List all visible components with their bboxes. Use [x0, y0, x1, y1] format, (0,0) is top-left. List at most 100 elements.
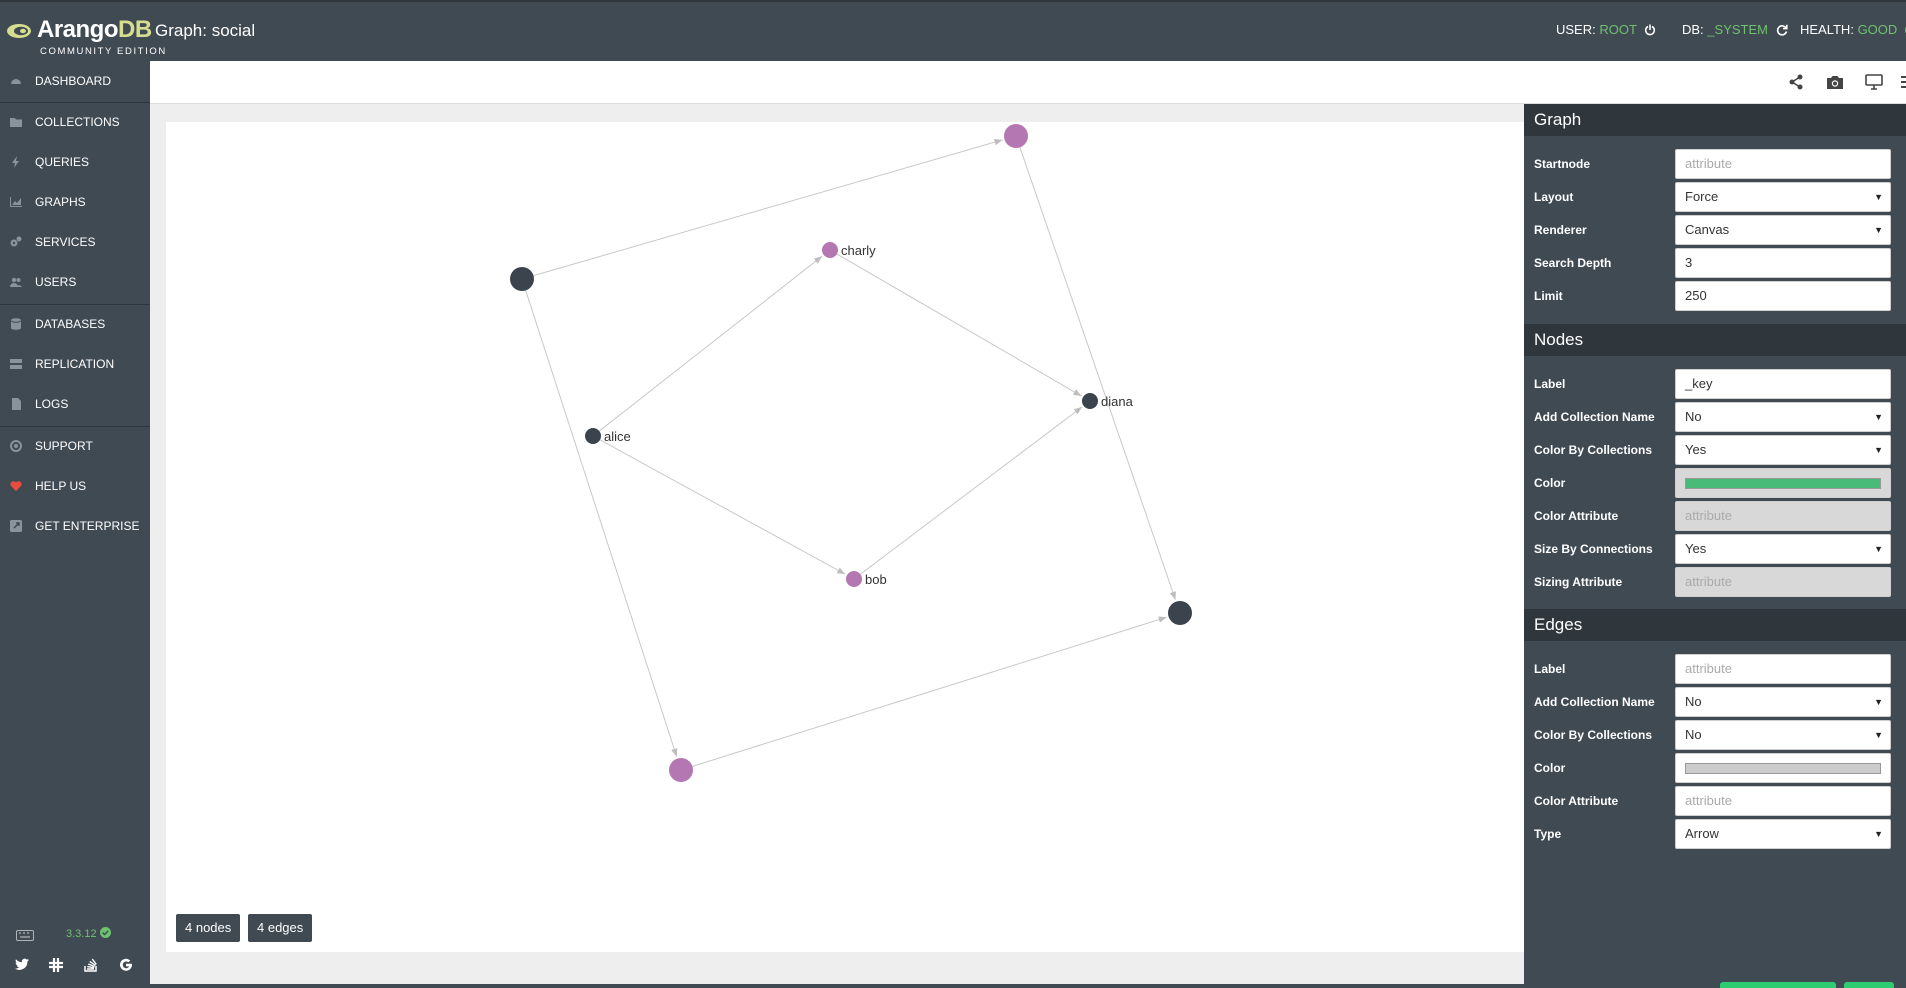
graph-node[interactable]: charly: [822, 242, 876, 258]
health-value: GOOD: [1857, 22, 1898, 37]
graph-edge[interactable]: [836, 253, 1082, 397]
edge-color-attribute-label: Color Attribute: [1534, 794, 1619, 808]
user-status[interactable]: USER: ROOT: [1556, 22, 1656, 37]
edge-label-input[interactable]: attribute: [1675, 654, 1891, 684]
db-value: _SYSTEM: [1707, 22, 1768, 37]
size-by-connections-select[interactable]: Yes: [1675, 534, 1891, 564]
node-color-attribute-label: Color Attribute: [1534, 509, 1619, 523]
edge-count-badge: 4 edges: [248, 914, 313, 942]
slack-icon[interactable]: [49, 958, 63, 972]
node-count-badge: 4 nodes: [176, 914, 241, 942]
layout-select[interactable]: Force: [1675, 182, 1891, 212]
sidebar-item-help-us[interactable]: HELP US: [0, 467, 150, 505]
graph-edge[interactable]: [598, 255, 823, 432]
graph-toolbar: [150, 61, 1906, 104]
graph-node-label: alice: [604, 429, 631, 444]
graph-edge[interactable]: [860, 406, 1083, 575]
renderer-select[interactable]: Canvas: [1675, 215, 1891, 245]
edge-label-label: Label: [1534, 662, 1566, 676]
graph-node[interactable]: [669, 758, 693, 782]
sizing-attribute-input[interactable]: attribute: [1675, 567, 1891, 597]
health-status: HEALTH: GOOD: [1800, 22, 1906, 37]
sidebar-item-dashboard[interactable]: DASHBOARD: [0, 62, 150, 100]
node-color-attribute-input[interactable]: attribute: [1675, 501, 1891, 531]
sidebar-item-queries[interactable]: QUERIES: [0, 143, 150, 181]
node-color-picker[interactable]: [1675, 468, 1891, 498]
limit-input[interactable]: 250: [1675, 281, 1891, 311]
restore-defaults-button[interactable]: [1720, 982, 1836, 988]
graph-edge[interactable]: [599, 439, 846, 575]
brand-name: ArangoDB: [37, 16, 152, 43]
graph-node-label: charly: [841, 243, 876, 258]
edge-color-swatch[interactable]: [1685, 763, 1881, 774]
file-icon: [12, 398, 21, 410]
graph-node[interactable]: [1004, 124, 1028, 148]
power-icon[interactable]: [1644, 24, 1656, 36]
node-add-collection-label: Add Collection Name: [1534, 410, 1655, 424]
heart-icon: [10, 481, 22, 491]
camera-icon[interactable]: [1826, 74, 1844, 90]
graph-node-circle[interactable]: [846, 571, 862, 587]
graph-node-circle[interactable]: [1082, 393, 1098, 409]
graph-node[interactable]: alice: [585, 428, 631, 444]
health-label: HEALTH:: [1800, 22, 1854, 37]
graph-node-circle[interactable]: [1004, 124, 1028, 148]
graph-edge[interactable]: [533, 139, 1003, 277]
graph-node-circle[interactable]: [585, 428, 601, 444]
area-chart-icon: [10, 197, 22, 207]
stack-overflow-icon[interactable]: [84, 958, 98, 972]
menu-icon[interactable]: [1900, 74, 1906, 90]
sidebar-item-get-enterprise[interactable]: GET ENTERPRISE: [0, 507, 150, 545]
edge-add-collection-select[interactable]: No: [1675, 687, 1891, 717]
sidebar-item-replication[interactable]: REPLICATION: [0, 345, 150, 383]
sidebar-item-graphs[interactable]: GRAPHS: [0, 183, 150, 221]
graph-node-circle[interactable]: [822, 242, 838, 258]
edge-color-by-collections-select[interactable]: No: [1675, 720, 1891, 750]
db-status[interactable]: DB: _SYSTEM: [1682, 22, 1788, 37]
sidebar-item-label: GET ENTERPRISE: [35, 519, 140, 533]
graph-edge[interactable]: [525, 290, 678, 757]
twitter-icon[interactable]: [15, 958, 29, 971]
database-icon: [11, 318, 21, 330]
node-add-collection-select[interactable]: No: [1675, 402, 1891, 432]
sidebar-item-label: USERS: [35, 275, 77, 289]
desktop-icon[interactable]: [1865, 74, 1883, 90]
graph-edge[interactable]: [692, 616, 1167, 767]
node-color-label: Color: [1534, 476, 1566, 490]
sidebar-item-support[interactable]: SUPPORT: [0, 427, 150, 465]
graph-node[interactable]: [1168, 601, 1192, 625]
edge-color-picker[interactable]: [1675, 753, 1891, 783]
sidebar-item-label: QUERIES: [35, 155, 90, 169]
graph-visualization[interactable]: charly alice diana bob: [166, 122, 1524, 952]
graph-node-circle[interactable]: [510, 267, 534, 291]
sidebar-item-databases[interactable]: DATABASES: [0, 305, 150, 343]
sidebar-item-collections[interactable]: COLLECTIONS: [0, 103, 150, 141]
graph-node[interactable]: bob: [846, 571, 887, 587]
node-color-swatch[interactable]: [1685, 478, 1881, 489]
node-color-by-collections-select[interactable]: Yes: [1675, 435, 1891, 465]
user-label: USER:: [1556, 22, 1596, 37]
startnode-label: Startnode: [1534, 157, 1591, 171]
external-link-icon: [10, 520, 22, 532]
sidebar-item-logs[interactable]: LOGS: [0, 385, 150, 423]
avocado-logo-icon: [7, 24, 31, 38]
node-label-input[interactable]: _key: [1675, 369, 1891, 399]
save-button[interactable]: [1844, 982, 1894, 988]
keyboard-icon[interactable]: [16, 930, 34, 941]
edge-color-label: Color: [1534, 761, 1566, 775]
graph-node[interactable]: [510, 267, 534, 291]
sidebar-item-services[interactable]: SERVICES: [0, 223, 150, 261]
startnode-input[interactable]: attribute: [1675, 149, 1891, 179]
search-depth-input[interactable]: 3: [1675, 248, 1891, 278]
graph-node-circle[interactable]: [1168, 601, 1192, 625]
google-icon[interactable]: [119, 958, 133, 972]
edge-color-attribute-input[interactable]: attribute: [1675, 786, 1891, 816]
sidebar-item-label: HELP US: [35, 479, 87, 493]
refresh-icon[interactable]: [1776, 24, 1788, 36]
graph-node[interactable]: diana: [1082, 393, 1134, 409]
sidebar-item-users[interactable]: USERS: [0, 263, 150, 301]
edge-type-select[interactable]: Arrow: [1675, 819, 1891, 849]
share-icon[interactable]: [1788, 74, 1804, 90]
graph-node-circle[interactable]: [669, 758, 693, 782]
graph-canvas[interactable]: charly alice diana bob: [166, 122, 1524, 952]
